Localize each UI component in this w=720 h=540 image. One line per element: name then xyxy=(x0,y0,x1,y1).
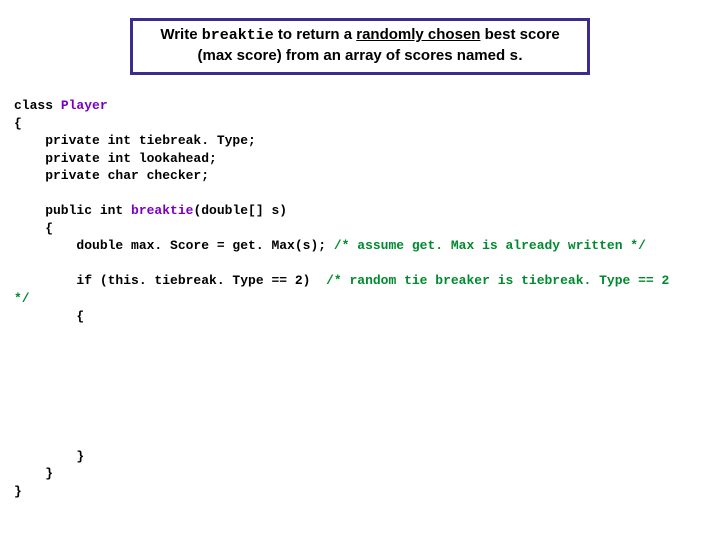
code-line-9b: /* random tie breaker is tiebreak. Type … xyxy=(326,273,669,288)
banner-text-5: . xyxy=(518,47,522,64)
code-line-12: } xyxy=(14,449,84,464)
code-line-6a: public int xyxy=(14,203,131,218)
code-line-9a: if (this. tiebreak. Type == 2) xyxy=(14,273,326,288)
banner-text-4: (max score) from an array of scores name… xyxy=(198,47,510,64)
code-line-14: } xyxy=(14,484,22,499)
banner-text-3: best score xyxy=(480,26,559,43)
banner-code-1: breaktie xyxy=(202,27,274,44)
code-line-6c: (double[] s) xyxy=(193,203,287,218)
code-line-3: private int tiebreak. Type; xyxy=(14,133,256,148)
code-line-1a: class xyxy=(14,98,61,113)
code-line-4: private int lookahead; xyxy=(14,151,217,166)
banner-text-2: to return a xyxy=(274,26,357,43)
code-block: class Player { private int tiebreak. Typ… xyxy=(14,97,706,501)
code-line-2: { xyxy=(14,116,22,131)
code-line-5: private char checker; xyxy=(14,168,209,183)
code-line-6b: breaktie xyxy=(131,203,193,218)
banner-underline: randomly chosen xyxy=(356,26,480,43)
code-line-13: } xyxy=(14,466,53,481)
code-line-1b: Player xyxy=(61,98,108,113)
code-line-8b: /* assume get. Max is already written */ xyxy=(334,238,646,253)
instruction-banner: Write breaktie to return a randomly chos… xyxy=(130,18,590,75)
banner-text-1: Write xyxy=(160,26,201,43)
code-line-8a: double max. Score = get. Max(s); xyxy=(14,238,334,253)
code-line-10: */ xyxy=(14,291,30,306)
code-line-7: { xyxy=(14,221,53,236)
code-line-11: { xyxy=(14,309,84,324)
banner-code-2: s xyxy=(509,48,518,65)
